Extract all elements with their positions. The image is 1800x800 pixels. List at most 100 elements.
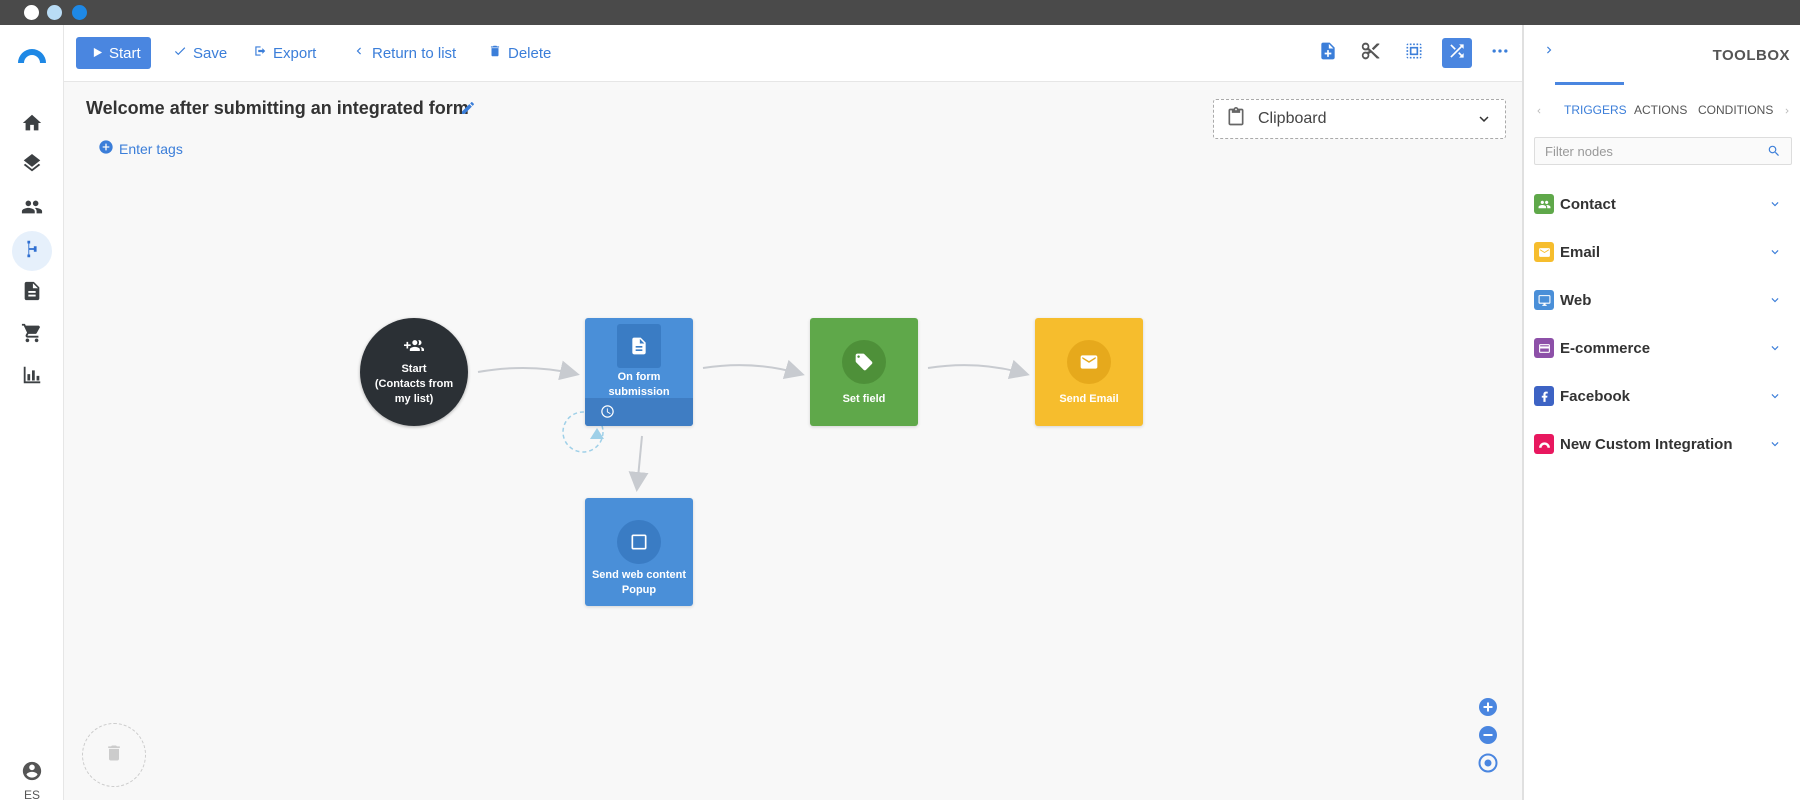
- form-node-footer: [585, 398, 693, 426]
- start-node-label: Start (Contacts from my list): [368, 362, 460, 407]
- active-tab-indicator: [1555, 82, 1624, 85]
- category-ecommerce[interactable]: E-commerce: [1534, 332, 1792, 364]
- export-button-label: Export: [273, 44, 317, 62]
- send-email-label: Send Email: [1059, 393, 1119, 405]
- layers-icon: [21, 153, 43, 181]
- credit-card-icon: [1534, 338, 1554, 358]
- connector-start-to-form: [477, 360, 580, 381]
- delete-button[interactable]: Delete: [488, 37, 551, 69]
- nav-layers[interactable]: [12, 147, 52, 187]
- bar-chart-icon: [21, 364, 43, 391]
- web-node-line2: Popup: [621, 584, 657, 596]
- chevron-down-icon: [1768, 197, 1782, 211]
- shuffle-icon: [1447, 41, 1467, 66]
- tab-triggers[interactable]: TRIGGERS: [1564, 103, 1627, 117]
- language-label: ES: [23, 788, 40, 800]
- contacts-icon: [21, 196, 43, 223]
- tabs-scroll-right-icon[interactable]: [1782, 103, 1792, 115]
- facebook-icon: [1534, 386, 1554, 406]
- nav-reports[interactable]: [12, 357, 52, 397]
- note-add-icon: [1318, 41, 1338, 66]
- trash-icon: [488, 44, 502, 62]
- zoom-in-button[interactable]: [1477, 696, 1499, 718]
- tabs-scroll-left-icon[interactable]: [1534, 103, 1544, 115]
- category-label: Email: [1560, 243, 1601, 261]
- connector-form-to-web: [628, 435, 649, 492]
- start-button-label: Start: [109, 44, 141, 62]
- document-icon: [21, 280, 43, 307]
- nav-contacts[interactable]: [12, 189, 52, 229]
- start-node-subtitle: (Contacts from my list): [374, 378, 454, 405]
- category-contact[interactable]: Contact: [1534, 188, 1792, 220]
- nav-automation[interactable]: [12, 231, 52, 271]
- play-icon: [92, 45, 103, 62]
- toolbox-panel: TOOLBOX TRIGGERS ACTIONS CONDITIONS Cont…: [1522, 25, 1800, 800]
- brand-logo-icon[interactable]: [16, 45, 48, 63]
- chevron-down-icon: [1768, 437, 1782, 451]
- collapse-toolbox-button[interactable]: [1542, 43, 1558, 63]
- select-all-button[interactable]: [1399, 38, 1429, 68]
- save-button-label: Save: [193, 44, 228, 62]
- search-icon: [1767, 144, 1781, 158]
- chevron-left-icon: [352, 44, 366, 62]
- filter-nodes-field: [1534, 137, 1792, 165]
- category-label: Web: [1560, 291, 1592, 309]
- save-button[interactable]: Save: [173, 37, 227, 69]
- set-field-label: Set field: [842, 393, 886, 405]
- start-node[interactable]: Start (Contacts from my list): [360, 318, 468, 426]
- category-facebook[interactable]: Facebook: [1534, 380, 1792, 412]
- set-field-node[interactable]: Set field: [810, 318, 918, 426]
- monitor-icon: [1534, 290, 1554, 310]
- group-add-icon: [404, 336, 424, 361]
- user-menu[interactable]: ES: [18, 760, 46, 800]
- form-document-icon: [617, 324, 661, 368]
- auto-arrange-button[interactable]: [1442, 38, 1472, 68]
- add-note-button[interactable]: [1313, 38, 1343, 68]
- editor-toolbar: Start Save Export Return to list Delete: [64, 25, 1522, 82]
- category-label: New Custom Integration: [1560, 435, 1733, 453]
- nav-documents[interactable]: [12, 273, 52, 313]
- more-options-button[interactable]: [1485, 38, 1515, 68]
- toolbox-title: TOOLBOX: [1712, 47, 1790, 64]
- filter-nodes-input[interactable]: [1535, 138, 1760, 164]
- contacts-icon: [1534, 194, 1554, 214]
- select-all-icon: [1404, 41, 1424, 66]
- form-submission-node[interactable]: On form submission: [585, 318, 693, 426]
- start-button[interactable]: Start: [76, 37, 151, 69]
- form-node-label: On form submission: [608, 371, 670, 398]
- toolbox-tabs: TRIGGERS ACTIONS CONDITIONS: [1524, 97, 1800, 123]
- workflow-canvas[interactable]: Welcome after submitting an integrated f…: [64, 83, 1522, 800]
- category-email[interactable]: Email: [1534, 236, 1792, 268]
- tab-actions[interactable]: ACTIONS: [1634, 103, 1687, 117]
- tab-conditions[interactable]: CONDITIONS: [1698, 103, 1773, 117]
- window-dot-white: [24, 5, 39, 20]
- cart-icon: [21, 322, 43, 349]
- center-view-button[interactable]: [1477, 752, 1499, 774]
- category-web[interactable]: Web: [1534, 284, 1792, 316]
- trash-drop-zone[interactable]: [82, 723, 146, 787]
- window-dot-blue: [72, 5, 87, 20]
- delete-button-label: Delete: [508, 44, 552, 62]
- mail-icon: [1067, 340, 1111, 384]
- export-button[interactable]: Export: [253, 37, 316, 69]
- more-horizontal-icon: [1490, 41, 1510, 66]
- workflow-connectors: [477, 359, 1030, 492]
- web-node-line1: Send web content: [591, 569, 687, 581]
- return-button-label: Return to list: [372, 44, 457, 62]
- cut-button[interactable]: [1356, 38, 1386, 68]
- export-icon: [253, 44, 267, 62]
- scissors-icon: [1361, 41, 1381, 66]
- send-web-content-node[interactable]: Send web content Popup: [585, 498, 693, 606]
- nav-ecommerce[interactable]: [12, 315, 52, 355]
- category-label: Facebook: [1560, 387, 1631, 405]
- connector-setfield-to-email: [927, 359, 1030, 380]
- chevron-down-icon: [1768, 245, 1782, 259]
- send-email-node[interactable]: Send Email: [1035, 318, 1143, 426]
- return-to-list-button[interactable]: Return to list: [352, 37, 456, 69]
- zoom-out-button[interactable]: [1477, 724, 1499, 746]
- nav-home[interactable]: [12, 105, 52, 145]
- category-new-custom-integration[interactable]: New Custom Integration: [1534, 428, 1792, 460]
- check-icon: [173, 44, 187, 62]
- clock-icon[interactable]: [600, 404, 615, 424]
- window-dot-lightblue: [47, 5, 62, 20]
